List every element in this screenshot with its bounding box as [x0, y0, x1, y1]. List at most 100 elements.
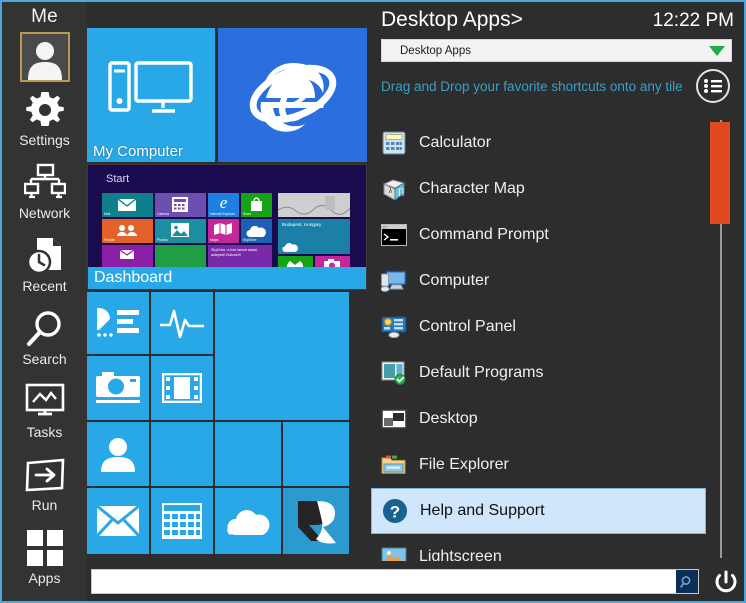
svg-text:e: e — [276, 56, 309, 138]
tile-label: My Computer — [93, 143, 184, 160]
preview-tile — [102, 245, 153, 269]
sidebar-item-run[interactable]: Run — [2, 447, 87, 520]
search-button[interactable] — [676, 570, 698, 593]
preview-tile-label: Camera — [157, 212, 170, 216]
chevron-down-icon — [709, 45, 725, 56]
recent-document-clock-icon — [25, 234, 65, 278]
tile-reports[interactable] — [87, 292, 149, 354]
list-item-label: Character Map — [419, 180, 525, 197]
tile-dashboard[interactable]: Start Mail Camera e Internet Explorer St… — [87, 164, 367, 290]
list-item-label: Lightscreen — [419, 548, 502, 561]
list-item-label: Computer — [419, 272, 490, 289]
power-button[interactable] — [711, 567, 741, 597]
preview-start-label: Start — [106, 173, 130, 185]
tile-person[interactable] — [87, 422, 149, 486]
calendar-icon — [151, 488, 213, 554]
tile-empty-large[interactable] — [215, 292, 349, 420]
sidebar-item-recent[interactable]: Recent — [2, 228, 87, 301]
user-title: Me — [31, 6, 58, 27]
person-icon — [87, 422, 149, 486]
calculator-icon — [381, 130, 407, 156]
list-item[interactable]: Control Panel — [371, 304, 706, 350]
command-prompt-icon: C:\ — [381, 222, 407, 248]
film-strip-icon — [151, 356, 213, 420]
preview-tile: Mail — [102, 193, 153, 217]
sidebar-item-label: Tasks — [26, 424, 63, 440]
list-item-label: File Explorer — [419, 456, 509, 473]
preview-tile-label: SkyDrive, a fost lansat astazi, asteptat… — [211, 248, 259, 257]
tile-internet-explorer[interactable]: e — [218, 28, 367, 162]
scrollbar-thumb[interactable] — [710, 122, 730, 224]
list-item[interactable]: Computer — [371, 258, 706, 304]
list-item[interactable]: Desktop — [371, 396, 706, 442]
preview-tile: SkyDrive, a fost lansat astazi, asteptat… — [208, 245, 272, 269]
tile-my-computer[interactable]: My Computer — [87, 28, 215, 162]
list-item[interactable]: C:\ Command Prompt — [371, 212, 706, 258]
computer-icon — [381, 268, 407, 294]
list-item[interactable]: ? Help and Support — [371, 488, 706, 534]
lightscreen-icon — [381, 544, 407, 561]
preview-tile: Store — [241, 193, 272, 217]
list-item[interactable]: File Explorer — [371, 442, 706, 488]
tile-video[interactable] — [151, 356, 213, 420]
search-box[interactable] — [91, 569, 699, 594]
sidebar-item-network[interactable]: Network — [2, 155, 87, 228]
list-circle-icon[interactable] — [696, 69, 730, 103]
preview-tile-label: SkyDrive — [243, 238, 257, 242]
sidebar-item-tasks[interactable]: Tasks — [2, 374, 87, 447]
list-item[interactable]: Calculator — [371, 120, 706, 166]
network-computers-icon — [23, 161, 66, 205]
list-item-label: Command Prompt — [419, 226, 549, 243]
category-dropdown[interactable]: Desktop Apps — [381, 39, 732, 62]
default-programs-icon — [381, 360, 407, 386]
desktop-computer-icon — [87, 28, 215, 162]
magnifier-icon — [25, 307, 65, 351]
tile-empty-3[interactable] — [283, 422, 349, 486]
list-item[interactable]: λ ∏ Character Map — [371, 166, 706, 212]
monitor-chart-icon — [24, 380, 66, 424]
tile-pulse[interactable] — [151, 292, 213, 354]
app-list[interactable]: Calculator λ ∏ Character Map C:\ Command … — [371, 120, 744, 561]
preview-tile — [278, 193, 350, 217]
dropdown-value: Desktop Apps — [400, 44, 471, 57]
control-panel-icon — [381, 314, 407, 340]
sidebar-item-settings[interactable]: Settings — [2, 82, 87, 155]
camera-icon — [87, 356, 149, 420]
right-panel: Desktop Apps> 12:22 PM Desktop Apps Drag… — [371, 2, 744, 561]
search-input[interactable] — [92, 569, 676, 594]
svg-text:∏: ∏ — [398, 187, 405, 196]
tile-cloud[interactable] — [215, 488, 281, 554]
left-sidebar: Me Settings Network Recent Search Tasks … — [2, 2, 87, 601]
list-item[interactable]: Lightscreen — [371, 534, 706, 561]
preview-tile-label: Budapest, Hungary — [282, 222, 322, 227]
tile-empty-1[interactable] — [151, 422, 213, 486]
user-avatar[interactable] — [19, 32, 70, 82]
preview-tile: Maps — [208, 219, 239, 243]
sidebar-item-label: Search — [22, 351, 67, 367]
character-map-icon: λ ∏ — [381, 176, 407, 202]
tile-label: Dashboard — [94, 269, 173, 286]
svg-text:?: ? — [390, 503, 400, 522]
sidebar-item-label: Apps — [28, 570, 61, 586]
list-item[interactable]: Default Programs — [371, 350, 706, 396]
tile-r-app[interactable] — [283, 488, 349, 554]
svg-text:λ: λ — [389, 186, 393, 195]
preview-tile: Photos — [155, 219, 206, 243]
list-item-label: Control Panel — [419, 318, 516, 335]
preview-tile-label: Maps — [210, 238, 219, 242]
svg-text:C:\: C:\ — [383, 226, 387, 230]
sidebar-item-search[interactable]: Search — [2, 301, 87, 374]
sidebar-item-label: Recent — [22, 278, 67, 294]
pulse-icon — [151, 292, 213, 354]
r-logo-icon — [283, 488, 349, 554]
tile-camera[interactable] — [87, 356, 149, 420]
tile-calendar[interactable] — [151, 488, 213, 554]
tile-mail[interactable] — [87, 488, 149, 554]
sidebar-item-label: Network — [18, 205, 71, 221]
tile-empty-2[interactable] — [215, 422, 281, 486]
gear-icon — [25, 88, 65, 132]
arrow-right-box-icon — [24, 453, 66, 497]
list-item-label: Calculator — [419, 134, 492, 151]
bottom-bar — [87, 561, 744, 601]
sidebar-item-apps[interactable]: Apps — [2, 520, 87, 593]
